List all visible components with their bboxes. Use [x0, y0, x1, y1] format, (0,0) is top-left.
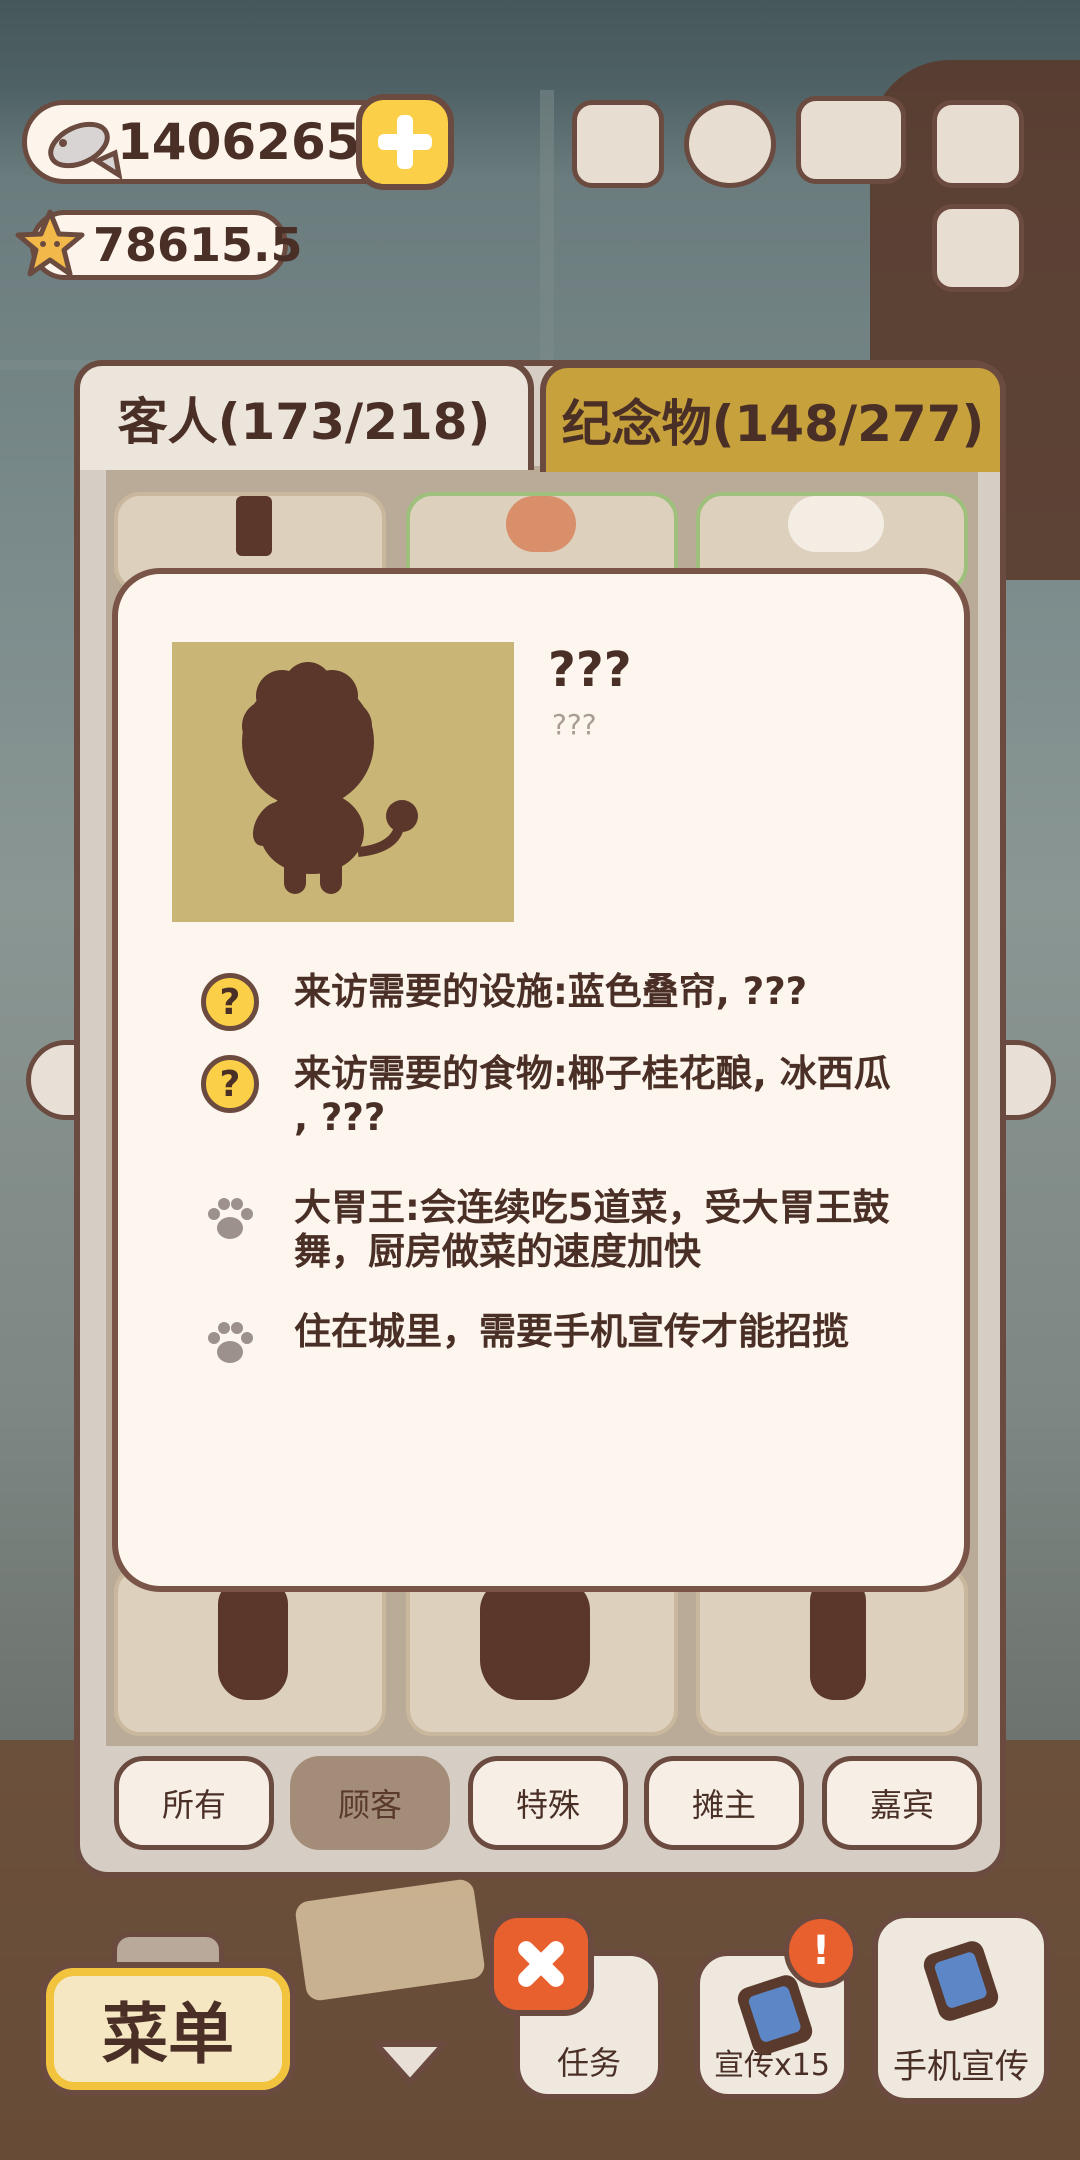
- tab-souvenirs[interactable]: 纪念物(148/277): [540, 362, 1006, 472]
- camera-icon[interactable]: [932, 100, 1024, 188]
- paw-icon: [208, 1198, 253, 1239]
- star-count: 78615.5: [93, 218, 303, 272]
- chevron-down-icon[interactable]: [368, 2034, 452, 2090]
- question-icon: ?: [201, 1055, 259, 1113]
- filter-all-label: 所有: [161, 1786, 226, 1824]
- guest-silhouette: [236, 496, 272, 556]
- residence-row: 住在城里，需要手机宣传才能招揽: [198, 1310, 938, 1374]
- menu-label: 菜单: [102, 1996, 234, 2073]
- wall-post: [540, 90, 554, 390]
- guest-silhouette: [480, 1580, 590, 1700]
- filter-guest-star-label: 嘉宾: [869, 1786, 934, 1824]
- guest-portrait-frame: [172, 642, 514, 922]
- filter-customer-button[interactable]: 顾客: [290, 1756, 450, 1850]
- required-facility-text: 来访需要的设施:蓝色叠帘, ???: [294, 970, 808, 1013]
- filter-guest-star-button[interactable]: 嘉宾: [822, 1756, 982, 1850]
- phone-icon: [920, 1938, 1002, 2024]
- question-icon: ?: [201, 973, 259, 1031]
- filter-special-button[interactable]: 特殊: [468, 1756, 628, 1850]
- phone-promo-label: 手机宣传: [893, 2047, 1029, 2087]
- filter-customer-label: 顾客: [337, 1786, 402, 1824]
- lion-silhouette: [242, 662, 418, 894]
- filter-vendor-button[interactable]: 摊主: [644, 1756, 804, 1850]
- tab-souvenirs-label: 纪念物(148/277): [561, 395, 985, 453]
- guest-book-icon[interactable]: [796, 96, 906, 184]
- tab-guests[interactable]: 客人(173/218): [74, 360, 534, 470]
- trait-row: 大胃王:会连续吃5道菜，受大胃王鼓 舞，厨房做菜的速度加快: [198, 1186, 938, 1274]
- guest-detail-modal: ??? ??? ? 来访需要的设施:蓝色叠帘, ??? ? 来访需要的食物:椰子…: [112, 568, 970, 1592]
- guest-subtitle: ???: [552, 708, 597, 741]
- fish-icon: [48, 121, 123, 179]
- trait-text: 大胃王:会连续吃5道菜，受大胃王鼓 舞，厨房做菜的速度加快: [294, 1186, 890, 1273]
- guest-name: ???: [548, 642, 632, 698]
- alert-mark: !: [811, 1928, 831, 1974]
- required-facility-row: ? 来访需要的设施:蓝色叠帘, ???: [198, 970, 938, 1034]
- id-card-icon[interactable]: [932, 204, 1024, 292]
- residence-text: 住在城里，需要手机宣传才能招揽: [294, 1310, 849, 1353]
- alert-badge: !: [784, 1914, 858, 1988]
- star-icon: [15, 209, 85, 277]
- fish-count: 14062654: [117, 113, 396, 171]
- filter-special-label: 特殊: [515, 1786, 580, 1824]
- paw-icon: [208, 1322, 253, 1363]
- ranking-icon[interactable]: [572, 100, 664, 188]
- guest-portrait: [506, 496, 576, 552]
- guest-silhouette: [810, 1580, 866, 1700]
- filter-all-button[interactable]: 所有: [114, 1756, 274, 1850]
- phone-promo-button[interactable]: 手机宣传: [872, 1912, 1050, 2104]
- close-icon[interactable]: [488, 1912, 594, 2016]
- required-food-text: 来访需要的食物:椰子桂花酿, 冰西瓜 , ???: [294, 1052, 891, 1139]
- add-fish-button[interactable]: [356, 94, 454, 190]
- guest-silhouette: [218, 1580, 288, 1700]
- filter-vendor-label: 摊主: [691, 1786, 756, 1824]
- task-label: 任务: [556, 2044, 621, 2082]
- settings-gear-icon[interactable]: [684, 100, 776, 188]
- guest-portrait: [788, 496, 884, 552]
- menu-button[interactable]: 菜单: [40, 1962, 296, 2096]
- tab-guests-label: 客人(173/218): [117, 393, 491, 451]
- required-food-row: ? 来访需要的食物:椰子桂花酿, 冰西瓜 , ???: [198, 1052, 938, 1140]
